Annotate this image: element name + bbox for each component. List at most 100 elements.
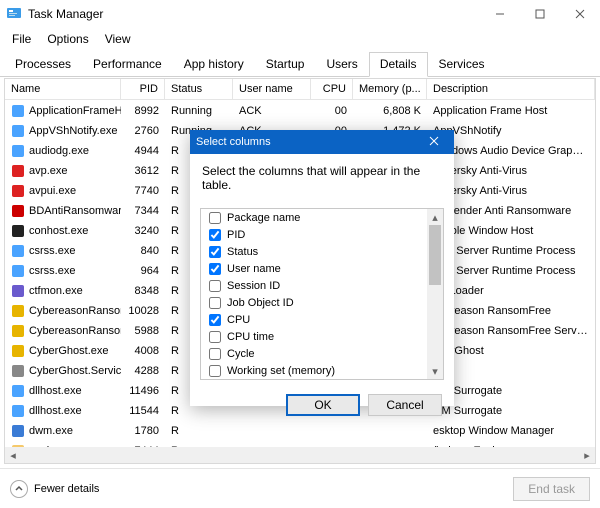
- process-user: [233, 429, 311, 433]
- app-icon: [6, 6, 22, 22]
- column-header[interactable]: User name: [233, 79, 311, 99]
- menu-options[interactable]: Options: [41, 30, 94, 48]
- column-checkbox[interactable]: [209, 212, 221, 224]
- process-icon: [11, 304, 25, 318]
- column-option[interactable]: User name: [201, 260, 427, 277]
- process-icon: [11, 284, 25, 298]
- dialog-close-button[interactable]: [420, 136, 448, 149]
- process-icon: [11, 364, 25, 378]
- process-name: ApplicationFrameHo...: [29, 105, 121, 117]
- scroll-down-icon[interactable]: ▾: [427, 363, 443, 379]
- process-icon: [11, 164, 25, 178]
- tab-details[interactable]: Details: [369, 52, 428, 77]
- column-option[interactable]: Cycle: [201, 345, 427, 362]
- end-task-button[interactable]: End task: [513, 477, 590, 501]
- column-option[interactable]: CPU: [201, 311, 427, 328]
- scroll-thumb[interactable]: [429, 225, 441, 285]
- minimize-button[interactable]: [480, 0, 520, 28]
- column-checkbox[interactable]: [209, 280, 221, 292]
- maximize-button[interactable]: [520, 0, 560, 28]
- process-pid: 964: [121, 263, 165, 279]
- column-option-label: Job Object ID: [227, 297, 294, 309]
- column-option[interactable]: Job Object ID: [201, 294, 427, 311]
- process-pid: 840: [121, 243, 165, 259]
- process-name: CyberGhost.Service....: [29, 365, 121, 377]
- column-header[interactable]: Name: [5, 79, 121, 99]
- column-option-label: Session ID: [227, 280, 280, 292]
- column-option[interactable]: Status: [201, 243, 427, 260]
- tab-performance[interactable]: Performance: [82, 52, 173, 77]
- process-status: Running: [165, 103, 233, 119]
- process-icon: [11, 104, 25, 118]
- process-icon: [11, 144, 25, 158]
- column-list: Package name PID Status User name Session ID…: [200, 208, 444, 380]
- column-checkbox[interactable]: [209, 331, 221, 343]
- process-icon: [11, 424, 25, 438]
- column-checkbox[interactable]: [209, 365, 221, 377]
- column-header[interactable]: CPU: [311, 79, 353, 99]
- process-name: AppVShNotify.exe: [29, 125, 117, 137]
- tab-startup[interactable]: Startup: [255, 52, 316, 77]
- menu-file[interactable]: File: [6, 30, 37, 48]
- dialog-message: Select the columns that will appear in t…: [190, 154, 454, 198]
- column-option-label: CPU: [227, 314, 250, 326]
- ok-button[interactable]: OK: [286, 394, 360, 416]
- window-titlebar: Task Manager: [0, 0, 600, 28]
- horizontal-scrollbar[interactable]: ◂ ▸: [5, 447, 595, 463]
- chevron-up-icon: [10, 480, 28, 498]
- tab-processes[interactable]: Processes: [4, 52, 82, 77]
- tab-app-history[interactable]: App history: [173, 52, 255, 77]
- column-option[interactable]: CPU time: [201, 328, 427, 345]
- process-description: Application Frame Host: [427, 103, 595, 119]
- process-icon: [11, 184, 25, 198]
- menu-view[interactable]: View: [99, 30, 137, 48]
- process-pid: 8992: [121, 103, 165, 119]
- column-header[interactable]: Memory (p...: [353, 79, 427, 99]
- process-icon: [11, 224, 25, 238]
- column-checkbox[interactable]: [209, 297, 221, 309]
- column-header[interactable]: PID: [121, 79, 165, 99]
- column-option[interactable]: Session ID: [201, 277, 427, 294]
- process-name: dllhost.exe: [29, 385, 82, 397]
- table-row[interactable]: ApplicationFrameHo...8992RunningACK006,8…: [5, 101, 595, 121]
- dialog-titlebar[interactable]: Select columns: [190, 130, 454, 154]
- process-pid: 3240: [121, 223, 165, 239]
- process-name: CybereasonRansom...: [29, 305, 121, 317]
- process-name: csrss.exe: [29, 265, 75, 277]
- column-option[interactable]: PID: [201, 226, 427, 243]
- vertical-scrollbar[interactable]: ▴ ▾: [427, 209, 443, 379]
- scroll-track[interactable]: [21, 447, 579, 463]
- column-checkbox[interactable]: [209, 229, 221, 241]
- footer: Fewer details End task: [0, 468, 600, 508]
- column-checkbox[interactable]: [209, 348, 221, 360]
- column-checkbox[interactable]: [209, 314, 221, 326]
- cancel-button[interactable]: Cancel: [368, 394, 442, 416]
- column-checkbox[interactable]: [209, 263, 221, 275]
- column-option[interactable]: Package name: [201, 209, 427, 226]
- column-option-label: User name: [227, 263, 281, 275]
- tab-services[interactable]: Services: [428, 52, 496, 77]
- scroll-left-icon[interactable]: ◂: [5, 447, 21, 463]
- fewer-details-button[interactable]: Fewer details: [10, 480, 99, 498]
- column-option-label: CPU time: [227, 331, 274, 343]
- close-button[interactable]: [560, 0, 600, 28]
- column-checkbox[interactable]: [209, 246, 221, 258]
- scroll-right-icon[interactable]: ▸: [579, 447, 595, 463]
- dialog-title: Select columns: [196, 136, 271, 148]
- process-name: avpui.exe: [29, 185, 76, 197]
- process-icon: [11, 204, 25, 218]
- column-header[interactable]: Status: [165, 79, 233, 99]
- column-option-label: PID: [227, 229, 245, 241]
- dialog-footer: OK Cancel: [190, 388, 454, 426]
- process-icon: [11, 244, 25, 258]
- column-header[interactable]: Description: [427, 79, 595, 99]
- scroll-up-icon[interactable]: ▴: [427, 209, 443, 225]
- process-name: ctfmon.exe: [29, 285, 83, 297]
- process-icon: [11, 324, 25, 338]
- process-name: CybereasonRansom...: [29, 325, 121, 337]
- process-pid: 7344: [121, 203, 165, 219]
- tab-users[interactable]: Users: [315, 52, 368, 77]
- process-name: CyberGhost.exe: [29, 345, 108, 357]
- column-option[interactable]: Working set (memory): [201, 362, 427, 379]
- fewer-details-label: Fewer details: [34, 483, 99, 495]
